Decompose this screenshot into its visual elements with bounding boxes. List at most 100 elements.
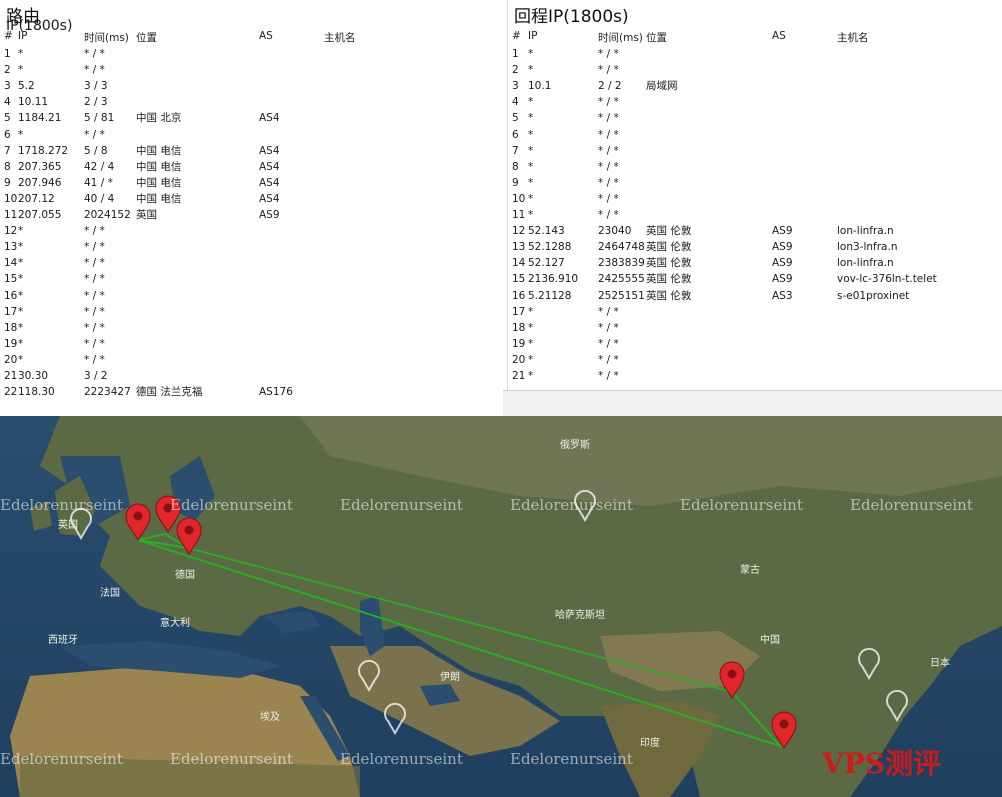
hop-ip: * — [528, 144, 534, 157]
hop-number: 13 — [4, 241, 18, 254]
hop-ip: * — [18, 289, 24, 302]
hop-row: 21 * * / * — [512, 368, 1002, 387]
hop-ip: 52.143 — [528, 225, 565, 238]
hop-ip: * — [528, 353, 534, 366]
hop-latency: 2 / 2 — [598, 80, 622, 93]
col-ip-header: IP — [528, 30, 538, 42]
map-label-china: 中国 — [760, 635, 780, 646]
map-label-kazakhstan: 哈萨克斯坦 — [555, 610, 605, 621]
hop-ip: * — [18, 241, 24, 254]
right-panel-footer — [503, 390, 1002, 417]
hop-location: 英国 伦敦 — [646, 289, 692, 302]
hop-latency: 2383839 — [598, 257, 645, 270]
hop-number: 19 — [4, 337, 18, 350]
brand-watermark: VPS测评 — [822, 747, 942, 780]
hop-ip: * — [528, 337, 534, 350]
hop-ip: 207.055 — [18, 209, 62, 221]
hop-latency: * / * — [598, 48, 619, 60]
hop-latency: * / * — [598, 370, 619, 382]
hop-latency: * / * — [598, 353, 619, 366]
hop-ip: * — [528, 192, 534, 205]
map-canvas — [0, 416, 1002, 797]
hop-latency: 23040 — [598, 225, 632, 238]
hop-latency: * / * — [84, 321, 105, 334]
hop-hostname: lon-linfra.n — [837, 257, 894, 270]
hop-ip: * — [528, 96, 534, 109]
hop-location: 英国 伦敦 — [646, 273, 692, 286]
col-as-header: AS — [259, 30, 273, 42]
watermark-text: Edelorenurseint — [680, 496, 803, 514]
route-map[interactable]: 蒙古 哈萨克斯坦 中国 印度 法国 德国 西班牙 意大利 英国 伊朗 埃及 日本… — [0, 416, 1002, 797]
hop-latency: * / * — [598, 321, 619, 334]
col-as-header: AS — [772, 30, 786, 42]
hop-ip: * — [18, 64, 24, 77]
hop-as: AS3 — [772, 289, 793, 302]
hop-latency: * / * — [84, 289, 105, 302]
hop-hostname: lon-linfra.n — [837, 225, 894, 238]
hop-latency: 2024152 — [84, 209, 131, 221]
hop-as: AS9 — [772, 225, 793, 238]
hop-as: AS4 — [259, 144, 280, 157]
hop-latency: * / * — [84, 225, 105, 238]
watermark-text: Edelorenurseint — [510, 750, 633, 768]
map-label-india: 印度 — [640, 738, 660, 749]
hop-ip: 10.1 — [528, 80, 552, 93]
hop-ip: * — [528, 176, 534, 189]
hop-ip: * — [528, 305, 534, 318]
col-time-header: 时间(ms) — [84, 32, 129, 44]
hop-ip: 207.365 — [18, 160, 62, 173]
hop-ip: * — [18, 273, 24, 286]
hop-latency: * / * — [84, 48, 105, 60]
col-host-header: 主机名 — [324, 32, 356, 44]
map-label-egypt: 埃及 — [260, 712, 280, 723]
hop-as: AS9 — [772, 257, 793, 270]
col-ip-header: IP — [18, 30, 28, 42]
hop-ip: 1184.21 — [18, 112, 62, 125]
hop-number: 12 — [4, 225, 18, 238]
hop-latency: * / * — [598, 144, 619, 157]
col-location-header: 位置 — [646, 32, 667, 44]
hop-ip: * — [528, 370, 534, 382]
hop-number: 6 — [4, 128, 11, 141]
hop-latency: 5 / 8 — [84, 144, 108, 157]
hop-ip: * — [528, 321, 534, 334]
map-label-germany: 德国 — [175, 570, 195, 581]
watermark-text: Edelorenurseint — [340, 496, 463, 514]
hop-as: AS9 — [772, 273, 793, 286]
hop-latency: * / * — [84, 257, 105, 270]
hop-ip: * — [18, 305, 24, 318]
hop-hostname: lon3-lnfra.n — [837, 241, 898, 254]
hop-location: 英国 伦敦 — [646, 257, 692, 270]
hop-location: 中国 北京 — [136, 112, 182, 125]
hop-latency: 2 / 3 — [84, 96, 108, 109]
hop-number: 2 — [4, 64, 11, 77]
watermark-text: Edelorenurseint — [510, 496, 633, 514]
hop-ip: 207.946 — [18, 176, 62, 189]
hop-number: 20 — [4, 353, 18, 366]
hop-latency: 2425555 — [598, 273, 645, 286]
watermark-text: Edelorenurseint — [170, 750, 293, 768]
hop-latency: * / * — [84, 64, 105, 77]
hop-ip: 52.1288 — [528, 241, 572, 254]
right-panel-title: 回程IP(1800s) — [514, 7, 629, 27]
hop-location: 局域网 — [646, 80, 678, 93]
col-host-header: 主机名 — [837, 32, 869, 44]
hop-latency: * / * — [598, 112, 619, 125]
hop-ip: 2136.910 — [528, 273, 579, 286]
right-table-header: # IP 时间(ms) 位置 AS 主机名 — [512, 30, 1002, 46]
hop-latency: * / * — [84, 353, 105, 366]
hop-ip: 5.2 — [18, 80, 35, 93]
hop-hostname: vov-lc-376ln-t.telet — [837, 273, 937, 286]
hop-ip: * — [528, 112, 534, 125]
hop-number: 15 — [4, 273, 18, 286]
hop-latency: * / * — [598, 64, 619, 77]
hop-latency: * / * — [598, 176, 619, 189]
hop-number: 1 — [4, 48, 11, 60]
hop-ip: 10.11 — [18, 96, 49, 109]
hop-ip: * — [528, 64, 534, 77]
hop-ip: * — [18, 128, 24, 141]
left-traceroute-panel: 路由 IP(1800s) # IP 时间(ms) 位置 AS 主机名 1 * * /… — [0, 0, 503, 400]
hop-number: 16 — [4, 289, 18, 302]
hop-location: 英国 — [136, 209, 157, 221]
hop-ip: * — [528, 48, 534, 60]
